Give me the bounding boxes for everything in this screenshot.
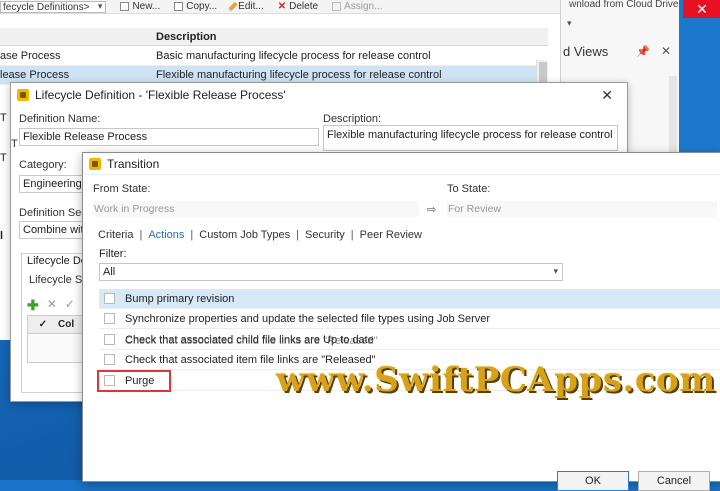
assign-button-label: Assign... [344,1,383,12]
purge-highlight-box [97,370,171,392]
filter-dropdown[interactable]: All ▾ [99,263,563,281]
from-state-label: From State: [93,183,151,195]
arrow-right-icon: ⇨ [427,204,437,216]
tab-separator: | [296,229,300,241]
column-header-color[interactable]: Col [58,319,74,330]
tab-separator: | [190,229,194,241]
category-dropdown[interactable]: Engineering [19,175,89,193]
transition-tabs: Criteria | Actions | Custom Job Types | … [97,229,423,241]
pencil-icon [228,1,238,12]
from-state-field: Work in Progress [93,201,419,217]
delete-button-label: Delete [289,1,319,12]
new-button-label: New... [132,1,161,12]
new-icon [120,2,130,11]
copy-button-label: Copy... [186,1,218,12]
ghost-overlay-text: Check that associated child file links a… [125,335,378,347]
cut-label: l [0,230,4,242]
tab-criteria[interactable]: Criteria [97,229,134,241]
chevron-down-icon[interactable]: ▾ [567,18,572,29]
dialog-title: Transition [107,156,160,171]
action-label: Bump primary revision [125,292,235,305]
row-name: ase Process [0,50,61,62]
chevron-down-icon: ▾ [553,266,558,276]
ok-button[interactable]: OK [557,471,629,491]
cancel-button[interactable]: Cancel [638,471,710,491]
to-state-label: To State: [447,183,491,195]
delete-icon[interactable]: ✕ [47,297,57,314]
add-icon[interactable]: ✚ [27,297,39,314]
views-panel-title: d Views [563,43,609,59]
check-icon[interactable]: ✓ [65,297,75,314]
window-close-button[interactable]: ✕ [683,0,720,18]
list-item-synchronize-properties[interactable]: Synchronize properties and update the se… [99,309,720,329]
delete-button[interactable]: ✕ Delete [278,1,318,12]
row-description: Flexible manufacturing lifecycle process… [156,69,442,81]
definition-name-field[interactable]: Flexible Release Process [19,128,319,146]
security-dropdown[interactable]: Combine with [19,221,89,239]
assign-icon [332,2,342,11]
action-label: Synchronize properties and update the se… [125,312,491,325]
states-toolbar: ✚ ✕ ✓ [27,297,75,314]
copy-button[interactable]: Copy... [174,1,217,12]
cut-label: T [0,112,7,124]
definitions-dropdown[interactable]: fecycle Definitions> [0,0,107,13]
cut-label: T [0,152,7,164]
edit-button[interactable]: Edit... [228,1,264,12]
tab-peer-review[interactable]: Peer Review [359,229,423,241]
definitions-dropdown-value: fecycle Definitions> [0,0,107,13]
row-description: Basic manufacturing lifecycle process fo… [156,50,431,62]
close-icon[interactable]: ✕ [601,87,613,104]
table-row[interactable]: ase Process Basic manufacturing lifecycl… [0,47,548,66]
filter-label: Filter: [99,248,127,260]
vault-app-icon [89,157,101,170]
description-field[interactable]: Flexible manufacturing lifecycle process… [323,125,618,151]
new-button[interactable]: New... [120,1,160,12]
list-item-bump-primary-revision[interactable]: Bump primary revision [99,289,720,309]
edit-button-label: Edit... [238,1,264,12]
dialog-titlebar[interactable]: Transition [83,153,720,175]
check-icon: ✓ [38,319,48,330]
tab-security[interactable]: Security [304,229,346,241]
copy-icon [174,2,184,11]
assign-button[interactable]: Assign... [332,1,382,12]
transition-dialog: Transition From State: Work in Progress … [82,152,720,491]
category-label: Category: [19,159,67,171]
tab-separator: | [350,229,354,241]
dialog-titlebar[interactable]: Lifecycle Definition - 'Flexible Release… [11,83,627,107]
delete-icon: ✕ [277,1,287,12]
tab-custom-job-types[interactable]: Custom Job Types [198,229,291,241]
pin-icon[interactable]: 📌 [636,45,650,58]
action-checkbox[interactable] [104,313,115,324]
to-state-field: For Review [447,201,717,217]
definition-name-label: Definition Name: [19,113,101,125]
action-checkbox[interactable] [104,293,115,304]
action-checkbox[interactable] [104,334,115,345]
main-toolbar: fecycle Definitions> New... Copy... Edit… [0,0,560,14]
row-name: lease Process [0,69,70,81]
tab-actions[interactable]: Actions [147,229,185,241]
dialog-title: Lifecycle Definition - 'Flexible Release… [35,88,286,102]
definitions-grid-header: Description [0,28,548,46]
column-header-description[interactable]: Description [156,31,217,43]
filter-value: All [103,266,116,278]
close-icon[interactable]: ✕ [661,44,671,58]
cut-label: T [11,138,18,150]
tab-separator: | [139,229,143,241]
description-label: Description: [323,113,382,125]
vault-app-icon [17,89,29,101]
watermark: www.SwiftPCApps.com [276,360,716,400]
action-checkbox[interactable] [104,354,115,365]
